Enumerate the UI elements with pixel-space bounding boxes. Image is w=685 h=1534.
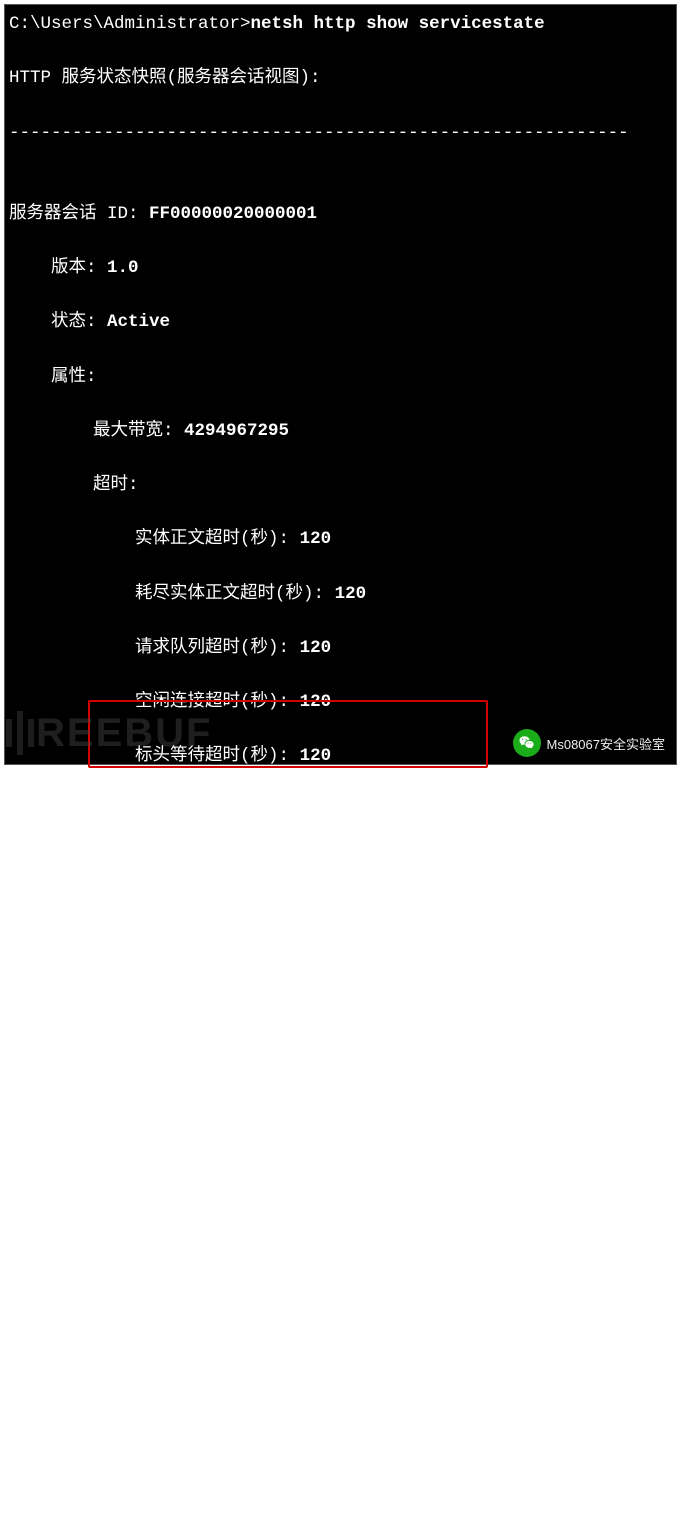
queue-name-value: 请求队列尚未命名。: [219, 1018, 377, 1038]
drain-entity-value: 120: [335, 584, 367, 604]
terminal-window: C:\Users\Administrator>netsh http show s…: [4, 4, 677, 765]
url-group-id-value: FE00000040000001: [163, 909, 331, 929]
url-group-timeout-label: 超时:: [135, 1235, 181, 1255]
registered-url-2: HTTP://+:47001/WSMAN/: [177, 1506, 398, 1526]
version-label: 版本:: [51, 258, 97, 278]
prompt-path: C:\Users\Administrator>: [9, 14, 251, 34]
state-value: Active: [107, 312, 170, 332]
bandwidth-value: 4294967295: [184, 421, 289, 441]
header-line: HTTP 服务状态快照(服务器会话视图):: [9, 65, 672, 92]
version-value: 1.0: [107, 258, 139, 278]
queue-name-label: 请求队列名称:: [93, 1018, 209, 1038]
request-queue-timeout-label: 请求队列超时(秒):: [135, 638, 289, 658]
url-group-attr-label: 属性:: [93, 1072, 139, 1092]
registered-list-label: 已注册的 URL 数目:: [135, 1397, 303, 1417]
registered-count-label: 已注册的 URL 数目:: [135, 1343, 303, 1363]
registered-count-value: 2: [314, 1343, 325, 1363]
bandwidth-label: 最大带宽:: [93, 421, 174, 441]
typed-command: netsh http show servicestate: [251, 14, 545, 34]
session-id-value: FF00000020000001: [149, 204, 317, 224]
header-wait-label: 标头等待超时(秒):: [135, 746, 289, 766]
entity-body-label: 实体正文超时(秒):: [135, 529, 289, 549]
url-group-state-label: 状态:: [93, 963, 139, 983]
state-label: 状态:: [51, 312, 97, 332]
max-bandwidth-value: 已继承: [226, 1126, 279, 1146]
min-send-rate-value: 150: [345, 801, 377, 821]
url-group-state-value: Active: [149, 963, 212, 983]
max-conn-value: 已继承: [244, 1180, 297, 1200]
timeout-inherit: 继承的超时值: [177, 1289, 282, 1309]
header-wait-value: 120: [300, 746, 332, 766]
request-queue-timeout-value: 120: [300, 638, 332, 658]
url-group-label: URL 组:: [51, 855, 121, 875]
registered-url-1: HTTP://+:5985/WSMAN/: [177, 1452, 387, 1472]
entity-body-value: 120: [300, 529, 332, 549]
idle-conn-label: 空闲连接超时(秒):: [135, 692, 289, 712]
max-bandwidth-label: 最大带宽:: [135, 1126, 216, 1146]
url-group-id-label: URL 组 ID:: [51, 909, 153, 929]
attr-label: 属性:: [51, 367, 97, 387]
max-conn-label: 最大连接数:: [135, 1180, 233, 1200]
timeout-label: 超时:: [93, 475, 139, 495]
idle-conn-value: 120: [300, 692, 332, 712]
separator: ----------------------------------------…: [9, 120, 672, 147]
min-send-rate-label: 最小发送速率(字节/秒):: [135, 801, 335, 821]
drain-entity-label: 耗尽实体正文超时(秒):: [135, 584, 324, 604]
session-id-label: 服务器会话 ID:: [9, 204, 139, 224]
terminal-output: C:\Users\Administrator>netsh http show s…: [5, 5, 676, 1534]
